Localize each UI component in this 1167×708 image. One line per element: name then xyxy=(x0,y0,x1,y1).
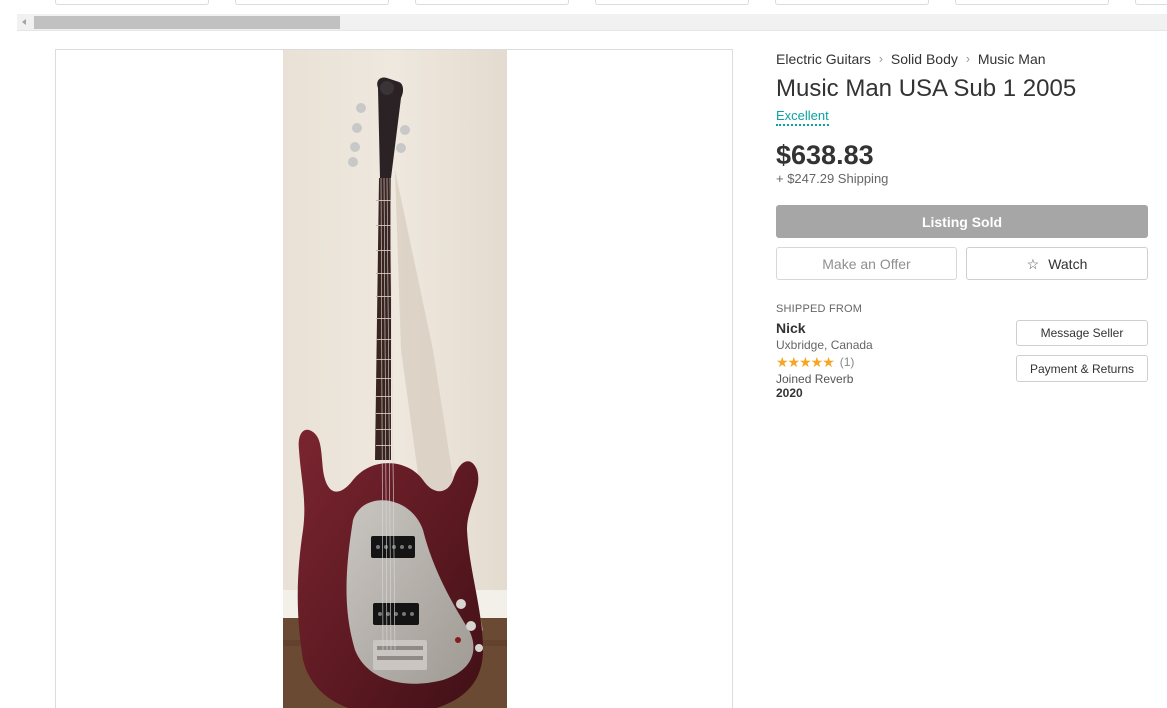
top-tab[interactable] xyxy=(235,0,389,5)
top-tab[interactable] xyxy=(1135,0,1167,5)
watch-button[interactable]: ☆ Watch xyxy=(966,247,1148,280)
top-tab-strip xyxy=(0,0,1167,6)
chevron-right-icon: › xyxy=(878,51,884,66)
shipped-from-label: SHIPPED FROM xyxy=(776,303,863,315)
joined-year: 2020 xyxy=(776,386,803,400)
watch-label: Watch xyxy=(1048,255,1088,272)
listing-price: $638.83 xyxy=(776,140,874,170)
guitar-image xyxy=(283,50,507,708)
top-tab[interactable] xyxy=(775,0,929,5)
seller-name[interactable]: Nick xyxy=(776,320,1016,336)
breadcrumb-electric-guitars[interactable]: Electric Guitars xyxy=(776,51,871,67)
chevron-right-icon: › xyxy=(965,51,971,66)
listing-info: Electric Guitars › Solid Body › Music Ma… xyxy=(776,50,1148,400)
guitar-photo[interactable] xyxy=(283,50,507,708)
message-seller-button[interactable]: Message Seller xyxy=(1016,320,1148,346)
scroll-left-arrow-icon[interactable] xyxy=(17,14,33,31)
breadcrumb-solid-body[interactable]: Solid Body xyxy=(891,51,958,67)
rating-count: (1) xyxy=(839,354,855,369)
seller-info: SHIPPED FROM Nick Uxbridge, Canada ★★★★★… xyxy=(776,303,1016,400)
star-rating-icon: ★★★★★ xyxy=(776,353,835,370)
seller-rating[interactable]: ★★★★★ (1) xyxy=(776,354,1016,369)
star-outline-icon: ☆ xyxy=(1026,255,1040,272)
listing-sold-button[interactable]: Listing Sold xyxy=(776,205,1148,238)
top-tab[interactable] xyxy=(415,0,569,5)
product-image-panel[interactable] xyxy=(55,49,733,708)
payment-returns-button[interactable]: Payment & Returns xyxy=(1016,355,1148,382)
top-tab[interactable] xyxy=(955,0,1109,5)
scrollbar-thumb[interactable] xyxy=(34,16,340,29)
top-tab[interactable] xyxy=(595,0,749,5)
listing-title: Music Man USA Sub 1 2005 xyxy=(776,75,1077,102)
horizontal-scrollbar[interactable] xyxy=(17,14,1167,31)
breadcrumb: Electric Guitars › Solid Body › Music Ma… xyxy=(776,50,1148,67)
shipping-cost: + $247.29 Shipping xyxy=(776,171,889,186)
joined-label: Joined Reverb xyxy=(776,372,854,386)
condition-badge[interactable]: Excellent xyxy=(776,108,829,126)
breadcrumb-music-man[interactable]: Music Man xyxy=(978,51,1046,67)
top-tab[interactable] xyxy=(55,0,209,5)
make-offer-button[interactable]: Make an Offer xyxy=(776,247,957,280)
seller-location: Uxbridge, Canada xyxy=(776,338,873,352)
